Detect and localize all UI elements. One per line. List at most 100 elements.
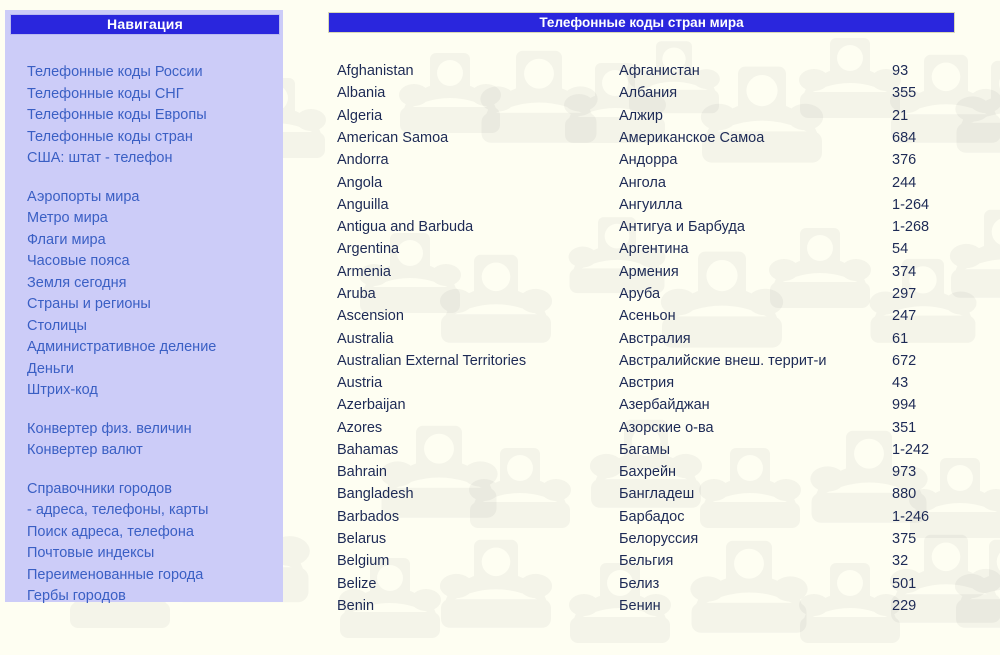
sidebar-item-4-3[interactable]: Поиск адреса, телефона bbox=[27, 522, 279, 544]
country-name-ru: Австралийские внеш. террит-и bbox=[619, 350, 892, 372]
country-phone-code: 229 bbox=[892, 595, 947, 617]
country-phone-code: 672 bbox=[892, 350, 947, 372]
sidebar-item-4-2[interactable]: - адреса, телефоны, карты bbox=[27, 500, 279, 522]
country-name-en: American Samoa bbox=[337, 127, 619, 149]
country-phone-code: 61 bbox=[892, 327, 947, 349]
country-name-en: Bahrain bbox=[337, 461, 619, 483]
country-name-ru: Белоруссия bbox=[619, 528, 892, 550]
country-name-ru: Албания bbox=[619, 82, 892, 104]
country-name-ru: Белиз bbox=[619, 572, 892, 594]
country-name-en: Azores bbox=[337, 417, 619, 439]
sidebar-item-1-3[interactable]: Телефонные коды Европы bbox=[27, 105, 279, 127]
country-phone-code: 54 bbox=[892, 238, 947, 260]
country-phone-code: 973 bbox=[892, 461, 947, 483]
country-phone-code: 32 bbox=[892, 550, 947, 572]
country-name-ru: Азербайджан bbox=[619, 394, 892, 416]
table-row: BelizeБелиз501 bbox=[337, 572, 947, 594]
country-name-ru: Антигуа и Барбуда bbox=[619, 216, 892, 238]
country-name-ru: Австралия bbox=[619, 327, 892, 349]
country-name-ru: Американское Самоа bbox=[619, 127, 892, 149]
country-codes-table: AfghanistanАфганистан93AlbaniaАлбания355… bbox=[337, 60, 947, 617]
sidebar-group-world-reference: Аэропорты мираМетро мираФлаги мираЧасовы… bbox=[27, 187, 279, 402]
country-phone-code: 244 bbox=[892, 171, 947, 193]
sidebar-item-2-10[interactable]: Штрих-код bbox=[27, 380, 279, 402]
country-phone-code: 374 bbox=[892, 261, 947, 283]
country-phone-code: 21 bbox=[892, 105, 947, 127]
sidebar-item-4-6[interactable]: Гербы городов bbox=[27, 586, 279, 608]
table-row: BelgiumБельгия32 bbox=[337, 550, 947, 572]
sidebar-item-4-5[interactable]: Переименованные города bbox=[27, 565, 279, 587]
country-phone-code: 880 bbox=[892, 483, 947, 505]
table-row: ArubaАруба297 bbox=[337, 283, 947, 305]
sidebar-item-1-1[interactable]: Телефонные коды России bbox=[27, 62, 279, 84]
country-name-en: Benin bbox=[337, 595, 619, 617]
country-name-ru: Асеньон bbox=[619, 305, 892, 327]
country-phone-code: 297 bbox=[892, 283, 947, 305]
country-name-en: Bangladesh bbox=[337, 483, 619, 505]
country-name-ru: Австрия bbox=[619, 372, 892, 394]
sidebar-item-3-2[interactable]: Конвертер валют bbox=[27, 440, 279, 462]
country-name-en: Aruba bbox=[337, 283, 619, 305]
country-name-en: Barbados bbox=[337, 506, 619, 528]
country-name-en: Algeria bbox=[337, 105, 619, 127]
table-row: BarbadosБарбадос1-246 bbox=[337, 506, 947, 528]
table-row: American SamoaАмериканское Самоа684 bbox=[337, 127, 947, 149]
table-row: AscensionАсеньон247 bbox=[337, 305, 947, 327]
page-title: Телефонные коды стран мира bbox=[328, 12, 955, 33]
country-name-en: Belize bbox=[337, 572, 619, 594]
sidebar-item-1-2[interactable]: Телефонные коды СНГ bbox=[27, 84, 279, 106]
sidebar-item-3-1[interactable]: Конвертер физ. величин bbox=[27, 419, 279, 441]
country-phone-code: 351 bbox=[892, 417, 947, 439]
table-row: ArmeniaАрмения374 bbox=[337, 261, 947, 283]
table-row: BelarusБелоруссия375 bbox=[337, 528, 947, 550]
table-row: AustriaАвстрия43 bbox=[337, 372, 947, 394]
country-name-ru: Ангуилла bbox=[619, 194, 892, 216]
table-row: AfghanistanАфганистан93 bbox=[337, 60, 947, 82]
country-phone-code: 1-268 bbox=[892, 216, 947, 238]
sidebar-item-2-9[interactable]: Деньги bbox=[27, 359, 279, 381]
country-name-ru: Барбадос bbox=[619, 506, 892, 528]
table-row: AndorraАндорра376 bbox=[337, 149, 947, 171]
table-row: AnguillaАнгуилла1-264 bbox=[337, 194, 947, 216]
country-name-en: Australia bbox=[337, 327, 619, 349]
country-name-en: Albania bbox=[337, 82, 619, 104]
sidebar: Навигация Телефонные коды РоссииТелефонн… bbox=[5, 10, 283, 602]
country-phone-code: 376 bbox=[892, 149, 947, 171]
country-phone-code: 93 bbox=[892, 60, 947, 82]
main-content: Телефонные коды стран мира AfghanistanАф… bbox=[328, 10, 958, 602]
country-codes-body: AfghanistanАфганистан93AlbaniaАлбания355… bbox=[337, 60, 947, 617]
country-phone-code: 355 bbox=[892, 82, 947, 104]
country-phone-code: 501 bbox=[892, 572, 947, 594]
country-name-ru: Бахрейн bbox=[619, 461, 892, 483]
sidebar-item-2-4[interactable]: Часовые пояса bbox=[27, 251, 279, 273]
country-phone-code: 994 bbox=[892, 394, 947, 416]
country-phone-code: 1-242 bbox=[892, 439, 947, 461]
sidebar-item-2-8[interactable]: Административное деление bbox=[27, 337, 279, 359]
sidebar-item-2-5[interactable]: Земля сегодня bbox=[27, 273, 279, 295]
sidebar-item-1-5[interactable]: США: штат - телефон bbox=[27, 148, 279, 170]
sidebar-item-2-1[interactable]: Аэропорты мира bbox=[27, 187, 279, 209]
sidebar-item-2-7[interactable]: Столицы bbox=[27, 316, 279, 338]
table-row: AngolaАнгола244 bbox=[337, 171, 947, 193]
country-name-en: Australian External Territories bbox=[337, 350, 619, 372]
country-name-ru: Аруба bbox=[619, 283, 892, 305]
table-row: AlbaniaАлбания355 bbox=[337, 82, 947, 104]
country-name-ru: Алжир bbox=[619, 105, 892, 127]
table-row: Antigua and BarbudaАнтигуа и Барбуда1-26… bbox=[337, 216, 947, 238]
country-name-ru: Азорские о-ва bbox=[619, 417, 892, 439]
sidebar-item-2-6[interactable]: Страны и регионы bbox=[27, 294, 279, 316]
table-row: Australian External TerritoriesАвстралий… bbox=[337, 350, 947, 372]
sidebar-item-4-1[interactable]: Справочники городов bbox=[27, 479, 279, 501]
country-name-en: Antigua and Barbuda bbox=[337, 216, 619, 238]
sidebar-item-2-2[interactable]: Метро мира bbox=[27, 208, 279, 230]
sidebar-item-2-3[interactable]: Флаги мира bbox=[27, 230, 279, 252]
table-row: ArgentinaАргентина54 bbox=[337, 238, 947, 260]
sidebar-item-4-4[interactable]: Почтовые индексы bbox=[27, 543, 279, 565]
country-phone-code: 684 bbox=[892, 127, 947, 149]
sidebar-group-city-directories: Справочники городов- адреса, телефоны, к… bbox=[27, 479, 279, 608]
country-name-en: Argentina bbox=[337, 238, 619, 260]
country-name-en: Afghanistan bbox=[337, 60, 619, 82]
sidebar-item-1-4[interactable]: Телефонные коды стран bbox=[27, 127, 279, 149]
table-row: AustraliaАвстралия61 bbox=[337, 327, 947, 349]
country-name-en: Belgium bbox=[337, 550, 619, 572]
